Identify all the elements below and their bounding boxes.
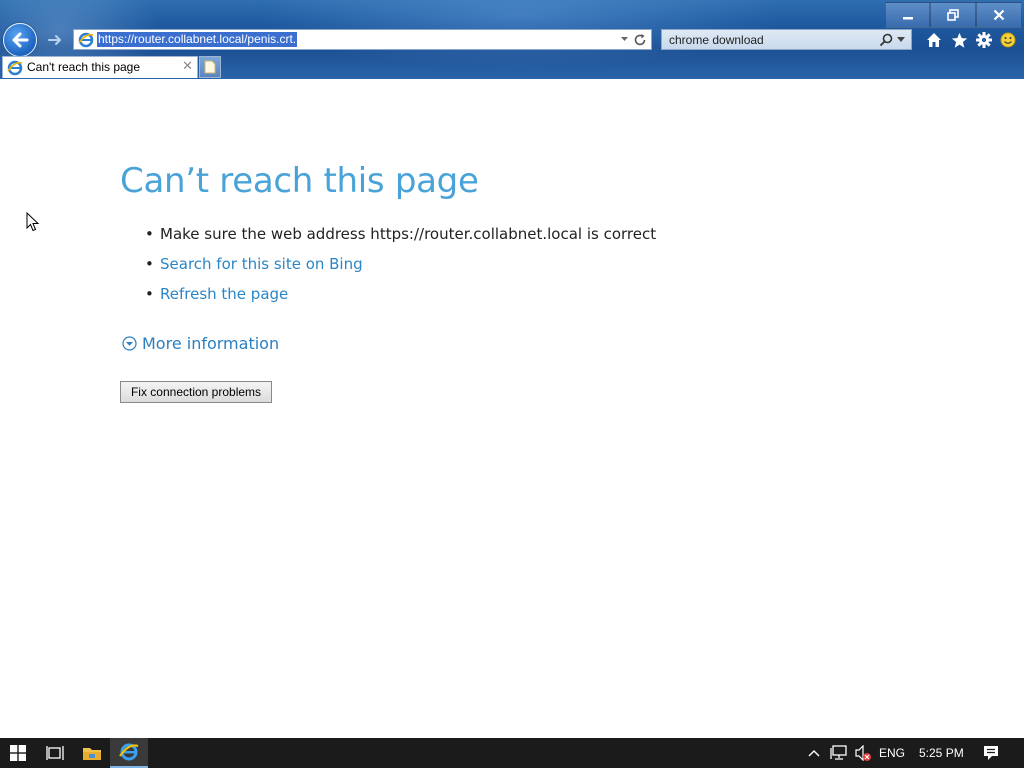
page-content: Can’t reach this page Make sure the web … — [0, 79, 1024, 738]
tip-check-address: Make sure the web address https://router… — [145, 223, 656, 253]
language-indicator[interactable]: ENG — [879, 746, 905, 760]
more-information-label: More information — [142, 334, 280, 353]
restore-icon — [947, 9, 959, 21]
back-arrow-icon — [12, 32, 29, 48]
task-view-icon — [46, 746, 64, 760]
internet-explorer-button[interactable] — [110, 738, 148, 768]
restore-button[interactable] — [930, 2, 976, 28]
forward-arrow-icon — [48, 35, 61, 45]
chevron-down-circle-icon — [122, 336, 137, 351]
tab-active[interactable]: Can't reach this page ✕ — [2, 56, 198, 78]
fix-connection-button[interactable]: Fix connection problems — [120, 381, 272, 403]
minimize-button[interactable] — [885, 2, 930, 28]
tip-refresh: Refresh the page — [145, 283, 656, 313]
settings-gear-icon — [976, 32, 992, 48]
tab-close-icon[interactable]: ✕ — [182, 59, 193, 74]
ie-icon — [119, 743, 139, 761]
refresh-page-link[interactable]: Refresh the page — [160, 285, 288, 303]
volume-muted-icon — [855, 745, 871, 761]
back-button[interactable] — [3, 23, 37, 57]
minimize-icon — [902, 17, 913, 20]
browser-chrome: https://router.collabnet.local/penis.crt… — [0, 0, 1024, 79]
tools-button[interactable] — [974, 30, 994, 50]
start-button[interactable] — [0, 738, 36, 768]
more-information-toggle[interactable]: More information — [122, 334, 279, 353]
home-button[interactable] — [924, 30, 944, 50]
address-bar[interactable]: https://router.collabnet.local/penis.crt… — [73, 29, 652, 50]
close-button[interactable] — [976, 2, 1022, 28]
tab-title: Can't reach this page — [27, 60, 141, 74]
refresh-icon[interactable] — [633, 33, 647, 47]
windows-start-icon — [10, 745, 26, 761]
forward-button[interactable] — [44, 29, 66, 51]
close-icon — [993, 9, 1005, 21]
task-view-button[interactable] — [36, 738, 74, 768]
show-hidden-icons-button[interactable] — [804, 738, 824, 768]
volume-tray-button[interactable] — [852, 738, 874, 768]
taskbar: ENG 5:25 PM — [0, 738, 1024, 768]
new-tab-button[interactable] — [199, 56, 221, 78]
ie-icon — [7, 60, 23, 76]
search-icon[interactable] — [879, 33, 893, 47]
search-bing-link[interactable]: Search for this site on Bing — [160, 255, 363, 273]
address-url[interactable]: https://router.collabnet.local/penis.crt… — [97, 32, 298, 47]
action-center-button[interactable] — [980, 738, 1002, 768]
notifications-icon — [984, 746, 998, 760]
favorites-button[interactable] — [949, 30, 969, 50]
file-explorer-icon — [83, 748, 101, 760]
ie-icon — [78, 32, 94, 48]
address-dropdown-icon[interactable] — [620, 34, 629, 43]
search-input[interactable]: chrome download — [669, 33, 764, 47]
chevron-up-icon — [808, 750, 820, 757]
smiley-feedback-icon — [1000, 32, 1016, 48]
tips-list: Make sure the web address https://router… — [145, 223, 656, 313]
home-icon — [927, 33, 941, 47]
tip-search-bing: Search for this site on Bing — [145, 253, 656, 283]
search-box[interactable]: chrome download — [661, 29, 912, 50]
favorites-star-icon — [951, 32, 967, 48]
network-tray-button[interactable] — [828, 738, 850, 768]
network-icon — [830, 745, 847, 760]
page-title: Can’t reach this page — [120, 161, 479, 201]
file-explorer-button[interactable] — [74, 738, 110, 768]
new-tab-icon — [204, 60, 216, 74]
feedback-button[interactable] — [998, 30, 1018, 50]
mouse-cursor-icon — [26, 212, 40, 232]
clock-time[interactable]: 5:25 PM — [919, 746, 964, 760]
search-dropdown-icon[interactable] — [897, 37, 905, 43]
